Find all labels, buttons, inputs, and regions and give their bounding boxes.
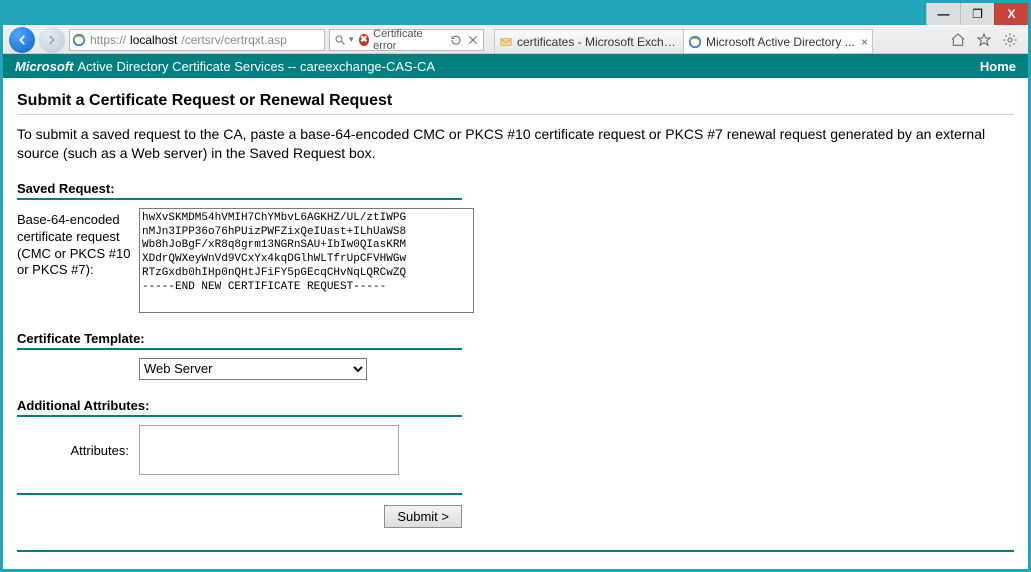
- home-icon[interactable]: [950, 32, 966, 48]
- template-spacer: [17, 358, 133, 362]
- search-identity-box[interactable]: ▾ ✖ Certificate error: [329, 29, 484, 51]
- toolbar-right-icons: [950, 32, 1022, 48]
- search-icon: [334, 34, 346, 46]
- page-banner: Microsoft Active Directory Certificate S…: [3, 54, 1028, 78]
- saved-request-textarea[interactable]: [139, 208, 474, 313]
- address-url-prefix: https://: [90, 33, 126, 47]
- address-url-host: localhost: [130, 33, 177, 47]
- refresh-button[interactable]: [450, 34, 462, 46]
- tab-inactive[interactable]: certificates - Microsoft Exchange: [494, 29, 684, 53]
- saved-request-label: Saved Request:: [17, 181, 1014, 196]
- forward-button[interactable]: [39, 27, 65, 53]
- home-link[interactable]: Home: [980, 59, 1016, 74]
- cert-error-label: Certificate error: [373, 28, 440, 52]
- section-divider: [17, 198, 462, 200]
- cert-error-icon: ✖: [359, 34, 370, 46]
- favorites-icon[interactable]: [976, 32, 992, 48]
- attributes-label: Attributes:: [17, 439, 133, 460]
- ie-icon: [688, 35, 702, 49]
- page-content: Submit a Certificate Request or Renewal …: [3, 78, 1028, 552]
- window-maximize-button[interactable]: ❐: [960, 3, 994, 25]
- stop-button[interactable]: [467, 34, 479, 46]
- page-description: To submit a saved request to the CA, pas…: [17, 125, 1014, 163]
- window-minimize-button[interactable]: —: [926, 3, 960, 25]
- tab-active-label: Microsoft Active Directory ...: [706, 35, 857, 49]
- arrow-left-icon: [15, 33, 29, 47]
- section-divider: [17, 415, 462, 417]
- certificate-error-indicator[interactable]: ✖ Certificate error: [359, 28, 440, 52]
- address-bar[interactable]: https:// localhost/certsrv/certrqxt.asp: [69, 29, 325, 51]
- address-url-path: /certsrv/certrqxt.asp: [181, 33, 286, 47]
- ie-icon: [72, 33, 86, 47]
- browser-toolbar: https:// localhost/certsrv/certrqxt.asp ▾…: [3, 25, 1028, 54]
- banner-brand: Microsoft: [15, 59, 74, 74]
- page-title: Submit a Certificate Request or Renewal …: [17, 92, 1014, 110]
- submit-row: Submit >: [17, 493, 462, 528]
- banner-title: Microsoft Active Directory Certificate S…: [15, 59, 435, 74]
- gear-icon[interactable]: [1002, 32, 1018, 48]
- additional-attributes-label: Additional Attributes:: [17, 398, 1014, 413]
- tab-active[interactable]: Microsoft Active Directory ... ×: [683, 29, 873, 53]
- attributes-textarea[interactable]: [139, 425, 399, 475]
- back-button[interactable]: [9, 27, 35, 53]
- tab-inactive-label: certificates - Microsoft Exchange: [517, 35, 679, 49]
- attributes-row: Attributes:: [17, 425, 1014, 475]
- bottom-divider: [17, 550, 1014, 552]
- window-titlebar: — ❐ X: [3, 3, 1028, 25]
- certificate-template-select[interactable]: Web Server: [139, 358, 367, 380]
- chevron-down-icon: ▾: [349, 34, 354, 45]
- template-section-label: Certificate Template:: [17, 331, 1014, 346]
- submit-button[interactable]: Submit >: [384, 505, 462, 528]
- mail-icon: [499, 35, 513, 49]
- saved-request-row: Base-64-encoded certificate request (CMC…: [17, 208, 1014, 313]
- template-row: Web Server: [17, 358, 1014, 380]
- banner-rest: Active Directory Certificate Services --…: [78, 59, 436, 74]
- title-divider: [17, 114, 1014, 115]
- b64-label: Base-64-encoded certificate request (CMC…: [17, 208, 133, 280]
- section-divider: [17, 348, 462, 350]
- window-close-button[interactable]: X: [994, 3, 1028, 25]
- arrow-right-icon: [45, 33, 59, 47]
- tab-close-button[interactable]: ×: [861, 35, 868, 49]
- browser-tabs: certificates - Microsoft Exchange Micros…: [494, 26, 873, 53]
